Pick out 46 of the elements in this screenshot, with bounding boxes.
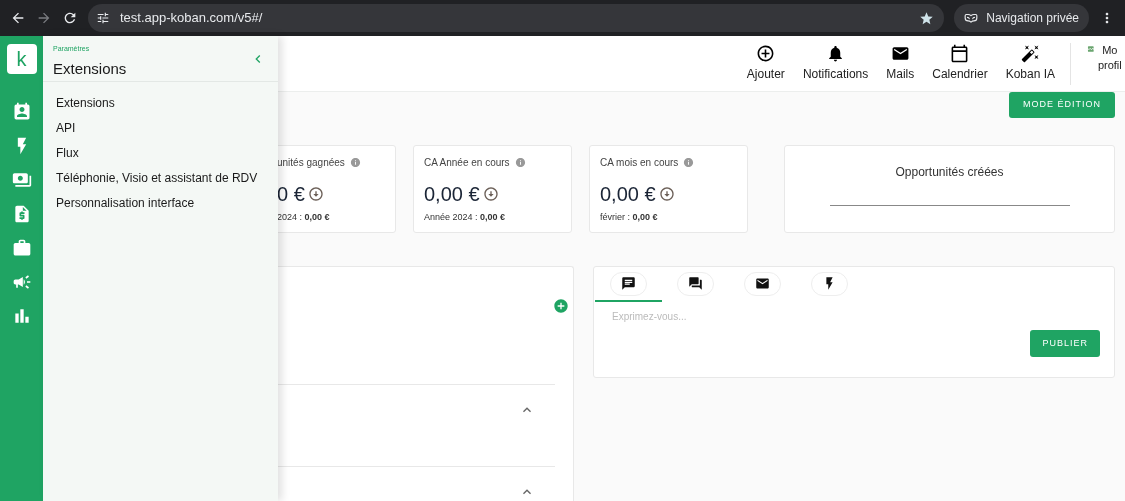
post-input[interactable]: Exprimez-vous... [612, 309, 1096, 324]
bookmark-star-icon[interactable] [919, 10, 935, 26]
drawer-item[interactable]: Extensions [56, 95, 115, 112]
stat-title: CA mois en cours [600, 156, 679, 170]
nav-button[interactable]: Notifications [793, 44, 878, 83]
comment-icon [621, 276, 636, 291]
download-icon[interactable] [658, 186, 675, 202]
broken-image-icon [1087, 44, 1095, 53]
stat-value: 0,00 € [424, 182, 480, 207]
drawer-item[interactable]: API [56, 120, 76, 137]
stat-subtext: Année 2024 : 0,00 € [424, 211, 507, 224]
download-icon[interactable] [482, 186, 499, 202]
nav-button[interactable]: Calendrier [923, 44, 997, 83]
info-icon[interactable] [514, 157, 526, 168]
incognito-badge[interactable]: Navigation privée [954, 4, 1089, 32]
stat-title: CA Année en cours [424, 156, 510, 170]
stat-value: 0,00 € [600, 182, 656, 207]
address-bar[interactable]: test.app-koban.com/v5#/ [88, 4, 945, 32]
nav-button[interactable]: Koban IA [996, 44, 1064, 83]
calendar-icon [950, 44, 970, 63]
mask-icon [964, 11, 979, 25]
drawer-item[interactable]: Flux [56, 145, 79, 162]
mail-icon [890, 44, 910, 63]
nav-button[interactable]: Ajouter [737, 44, 794, 83]
nav-button[interactable]: Mails [877, 44, 924, 83]
drawer-item[interactable]: Téléphonie, Visio et assistant de RDV [56, 170, 258, 187]
stat-value: 0 € [277, 182, 305, 207]
stat-title: unités gagnées [277, 156, 345, 170]
mail-icon [755, 276, 770, 291]
url-text: test.app-koban.com/v5#/ [120, 9, 264, 28]
download-icon[interactable] [307, 186, 324, 202]
chart-title: Opportunités créées [895, 164, 1004, 181]
info-icon[interactable] [349, 157, 361, 168]
info-icon[interactable] [683, 157, 695, 168]
reload-icon[interactable] [62, 10, 78, 26]
drawer-item[interactable]: Personnalisation interface [56, 195, 195, 212]
stat-subtext: février : 0,00 € [600, 211, 659, 224]
briefcase-icon[interactable] [11, 238, 32, 258]
magic-wand-icon [1020, 44, 1040, 63]
back-icon[interactable] [10, 10, 26, 26]
profile-alt-text[interactable]: Mo profil [1094, 42, 1125, 73]
stat-subtext: 2024 : 0,00 € [277, 211, 331, 224]
banknotes-icon[interactable] [11, 170, 32, 190]
chat-bubbles-icon [688, 276, 703, 291]
site-settings-icon[interactable] [96, 11, 110, 25]
drawer-title: Extensions [53, 58, 127, 79]
